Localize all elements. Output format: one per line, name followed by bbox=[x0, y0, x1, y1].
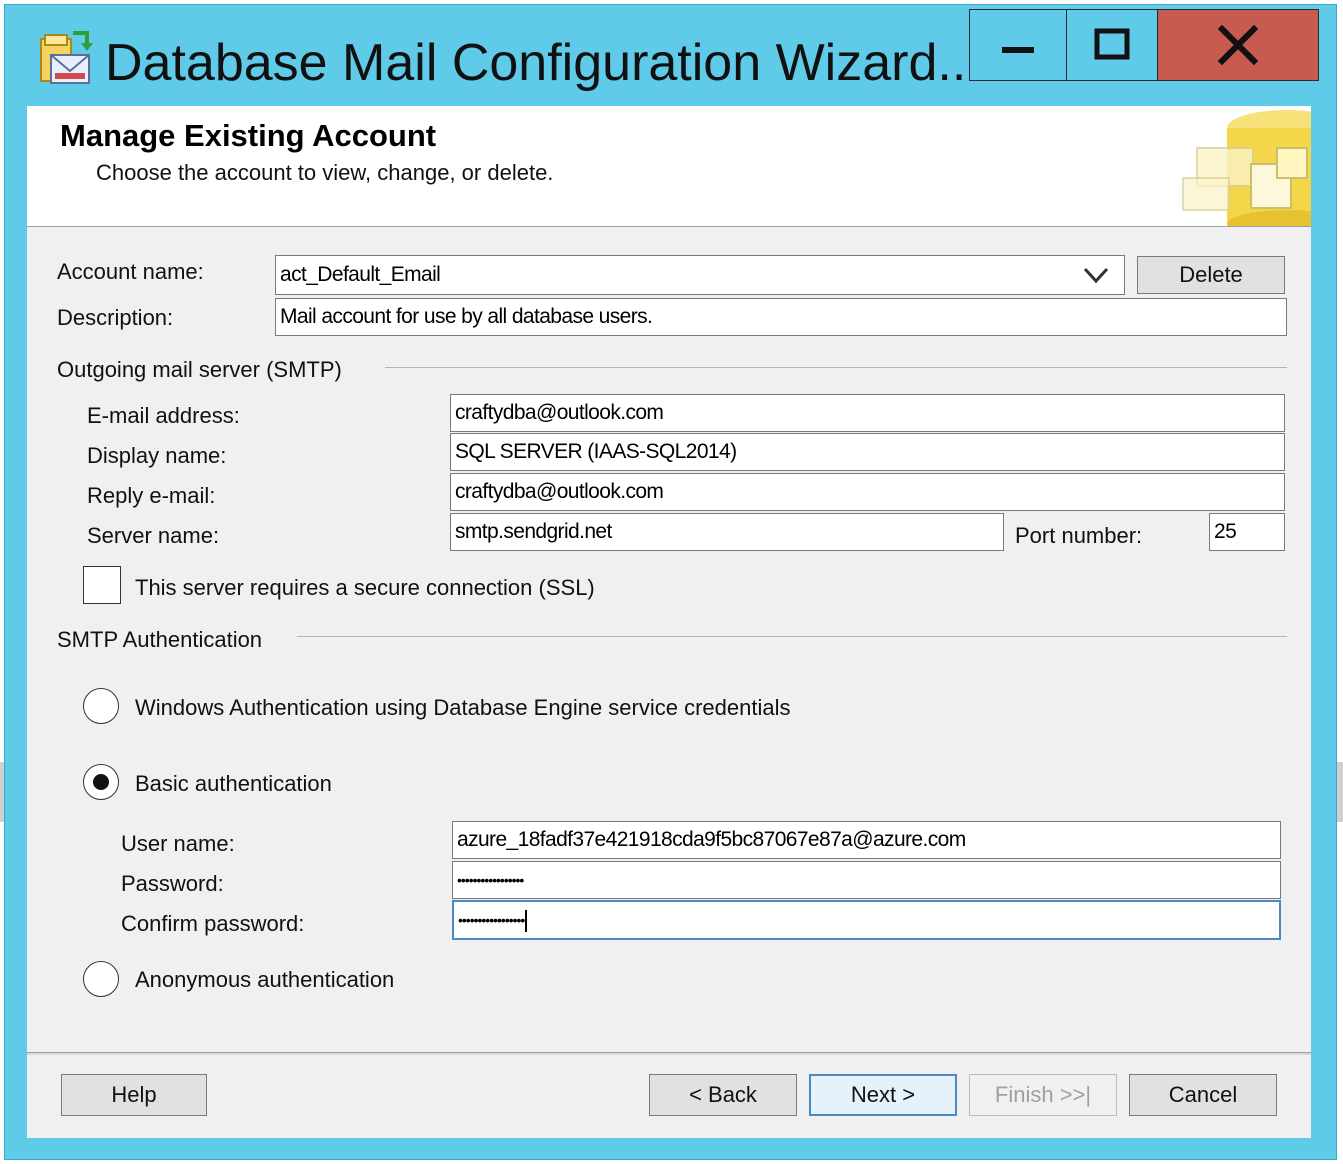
email-address-field[interactable]: craftydba@outlook.com bbox=[450, 394, 1285, 432]
account-name-value: act_Default_Email bbox=[280, 263, 441, 286]
smtp-section-label: Outgoing mail server (SMTP) bbox=[57, 357, 342, 382]
port-number-field[interactable]: 25 bbox=[1209, 513, 1285, 551]
help-button[interactable]: Help bbox=[61, 1074, 207, 1116]
smtp-section-divider bbox=[385, 367, 1287, 368]
finish-button[interactable]: Finish >>| bbox=[969, 1074, 1117, 1116]
ssl-label: This server requires a secure connection… bbox=[135, 575, 595, 600]
description-label: Description: bbox=[57, 305, 174, 330]
background-fragment bbox=[1337, 762, 1343, 822]
server-name-field[interactable]: smtp.sendgrid.net bbox=[450, 513, 1004, 551]
radio-selected-dot bbox=[93, 774, 109, 790]
minimize-icon bbox=[1002, 47, 1034, 53]
confirm-password-value: ••••••••••••••••• bbox=[458, 912, 525, 928]
user-name-label: User name: bbox=[121, 831, 235, 856]
confirm-password-label: Confirm password: bbox=[121, 911, 305, 936]
page-subtitle: Choose the account to view, change, or d… bbox=[96, 160, 554, 185]
anonymous-auth-label: Anonymous authentication bbox=[135, 967, 395, 992]
delete-button[interactable]: Delete bbox=[1137, 256, 1285, 294]
display-name-field[interactable]: SQL SERVER (IAAS-SQL2014) bbox=[450, 433, 1285, 471]
page-title: Manage Existing Account bbox=[60, 118, 437, 153]
confirm-password-field[interactable]: ••••••••••••••••• bbox=[452, 900, 1281, 940]
window-title: Database Mail Configuration Wizard... bbox=[105, 34, 981, 92]
server-name-label: Server name: bbox=[87, 523, 220, 548]
basic-auth-radio[interactable] bbox=[83, 764, 119, 800]
cancel-button[interactable]: Cancel bbox=[1129, 1074, 1277, 1116]
close-icon bbox=[1217, 25, 1259, 65]
minimize-button[interactable] bbox=[969, 9, 1067, 81]
description-field[interactable]: Mail account for use by all database use… bbox=[275, 298, 1287, 336]
user-name-field[interactable]: azure_18fadf37e421918cda9f5bc87067e87a@a… bbox=[452, 821, 1281, 859]
auth-section-label: SMTP Authentication bbox=[57, 627, 263, 652]
wizard-page: Manage Existing Account Choose the accou… bbox=[27, 106, 1311, 1138]
reply-email-field[interactable]: craftydba@outlook.com bbox=[450, 473, 1285, 511]
password-label: Password: bbox=[121, 871, 224, 896]
email-address-label: E-mail address: bbox=[87, 403, 240, 428]
footer-divider bbox=[27, 1052, 1311, 1055]
account-name-dropdown[interactable]: act_Default_Email bbox=[275, 255, 1125, 295]
ssl-checkbox[interactable] bbox=[83, 566, 121, 604]
database-mail-icon bbox=[1182, 110, 1311, 226]
windows-auth-label: Windows Authentication using Database En… bbox=[135, 695, 791, 720]
back-button[interactable]: < Back bbox=[649, 1074, 797, 1116]
auth-section-divider bbox=[297, 636, 1287, 637]
port-number-label: Port number: bbox=[1015, 523, 1143, 548]
basic-auth-label: Basic authentication bbox=[135, 771, 332, 796]
display-name-label: Display name: bbox=[87, 443, 227, 468]
chevron-down-icon bbox=[1083, 267, 1109, 284]
anonymous-auth-radio[interactable] bbox=[83, 961, 119, 997]
windows-auth-radio[interactable] bbox=[83, 688, 119, 724]
maximize-icon bbox=[1094, 28, 1130, 60]
mail-wizard-icon bbox=[40, 31, 93, 84]
reply-email-label: Reply e-mail: bbox=[87, 483, 216, 508]
maximize-button[interactable] bbox=[1066, 9, 1158, 81]
close-button[interactable] bbox=[1157, 9, 1319, 81]
next-button[interactable]: Next > bbox=[809, 1074, 957, 1116]
account-name-label: Account name: bbox=[57, 259, 204, 284]
text-caret bbox=[525, 910, 528, 933]
password-field[interactable]: ••••••••••••••••• bbox=[452, 861, 1281, 899]
